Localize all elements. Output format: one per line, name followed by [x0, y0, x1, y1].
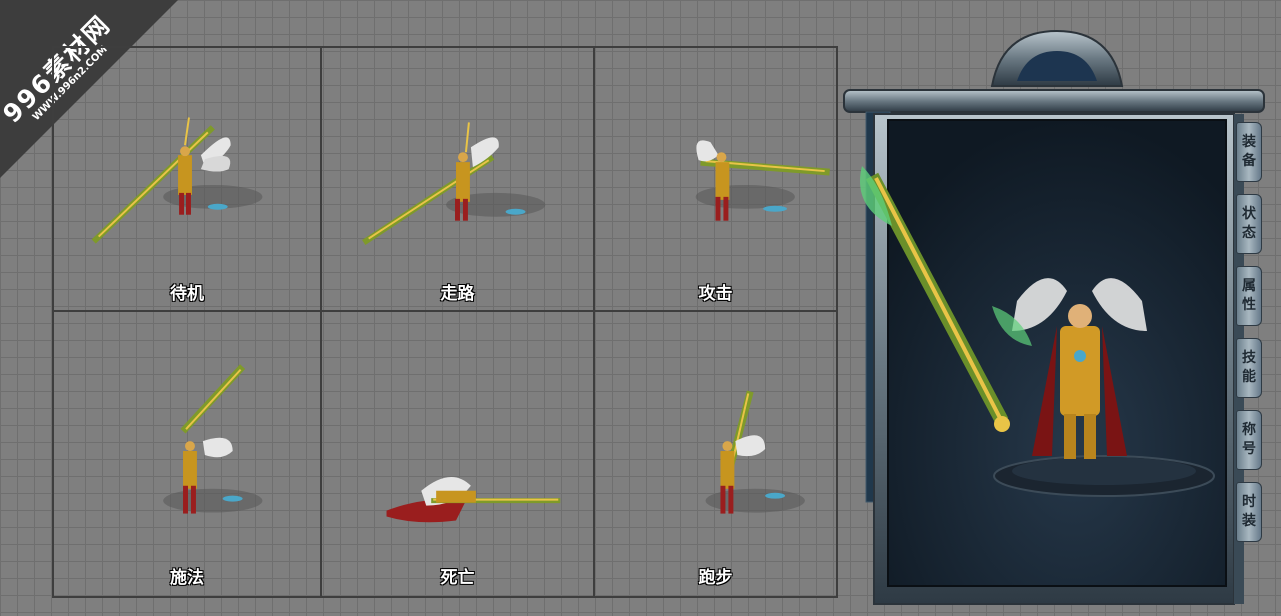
- animation-cell-death[interactable]: 死亡: [322, 312, 595, 596]
- tab-equipment-char-2: 备: [1242, 153, 1256, 169]
- walk-sprite: [362, 122, 546, 245]
- tab-status-char-2: 态: [1242, 225, 1256, 241]
- tab-attributes[interactable]: 属 性: [1236, 266, 1262, 326]
- tab-fashion[interactable]: 时 装: [1236, 482, 1262, 542]
- animation-label-death: 死亡: [440, 568, 475, 588]
- character-panel: 装 备 状 态 属 性 技 能 称 号 时 装: [842, 26, 1267, 608]
- panel-tabs: 装 备 状 态 属 性 技 能 称 号 时 装: [1236, 122, 1264, 554]
- tab-status[interactable]: 状 态: [1236, 194, 1262, 254]
- character-panel-frame: [843, 29, 1265, 605]
- tab-attributes-char-1: 属: [1242, 278, 1256, 294]
- animation-cell-run[interactable]: 跑步: [595, 312, 836, 596]
- run-sprite: [705, 390, 805, 514]
- animation-label-attack: 攻击: [698, 284, 733, 304]
- animation-label-cast: 施法: [170, 568, 204, 588]
- tab-equipment[interactable]: 装 备: [1236, 122, 1262, 182]
- cast-sprite: [163, 364, 263, 514]
- animation-label-run: 跑步: [698, 568, 733, 588]
- tab-fashion-char-2: 装: [1242, 513, 1256, 529]
- tab-titles[interactable]: 称 号: [1236, 410, 1262, 470]
- tab-skills-char-2: 能: [1242, 369, 1256, 385]
- tab-titles-char-1: 称: [1242, 422, 1256, 438]
- tab-attributes-char-2: 性: [1242, 297, 1256, 313]
- tab-equipment-char-1: 装: [1242, 134, 1256, 150]
- tab-skills-char-1: 技: [1242, 350, 1256, 366]
- attack-sprite: [695, 140, 830, 221]
- animation-grid: 待机 走路 攻击 施法 死亡 跑步: [52, 46, 838, 598]
- animation-cell-cast[interactable]: 施法: [54, 312, 322, 596]
- animation-cell-attack[interactable]: 攻击: [595, 48, 836, 312]
- animation-cell-walk[interactable]: 走路: [322, 48, 595, 312]
- animation-cell-idle[interactable]: 待机: [54, 48, 322, 312]
- idle-sprite: [91, 117, 263, 244]
- tab-fashion-char-1: 时: [1242, 494, 1256, 510]
- death-sprite: [386, 476, 561, 523]
- tab-titles-char-2: 号: [1242, 441, 1256, 457]
- animation-label-walk: 走路: [440, 284, 475, 304]
- animation-label-idle: 待机: [170, 284, 204, 304]
- tab-skills[interactable]: 技 能: [1236, 338, 1262, 398]
- tab-status-char-1: 状: [1242, 206, 1256, 222]
